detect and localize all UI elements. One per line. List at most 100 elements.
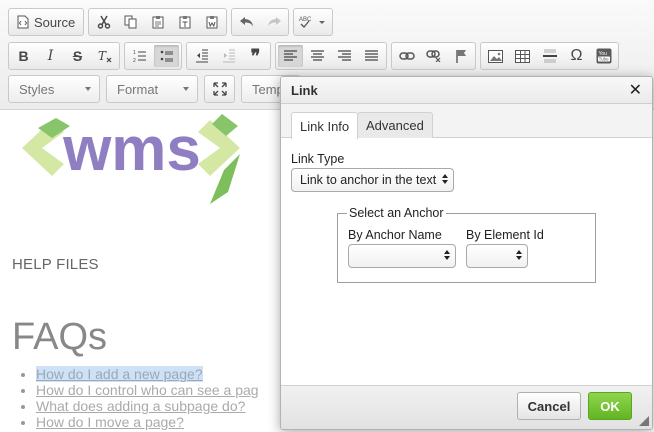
list-item: What does adding a subpage do? (36, 398, 259, 414)
unlink-icon (425, 50, 442, 62)
blockquote-button[interactable]: ❞ (243, 45, 268, 67)
svg-text:1: 1 (133, 50, 136, 56)
undo-group (231, 8, 290, 36)
outdent-icon (195, 49, 209, 63)
wms-logo: wms (12, 114, 252, 210)
spellcheck-group: ABC (293, 8, 334, 36)
source-button[interactable]: Source (11, 11, 81, 33)
spellcheck-button[interactable]: ABC (296, 11, 330, 33)
source-icon (17, 15, 29, 29)
faq-link[interactable]: How do I control who can see a pag (36, 382, 259, 398)
indent-group: ❞ (186, 42, 271, 70)
youtube-icon: You Tube (596, 48, 612, 64)
justify-icon (365, 50, 378, 62)
link-icon (398, 51, 415, 61)
svg-text:ABC: ABC (299, 17, 312, 23)
faq-link[interactable]: How do I add a new page? (36, 366, 203, 382)
strikethrough-icon: S (72, 48, 83, 64)
dialog-title-bar[interactable]: Link ✕ (281, 77, 652, 104)
faq-link[interactable]: How do I move a page? (36, 414, 184, 430)
anchor-name-select[interactable] (348, 244, 456, 268)
omega-icon: Ω (570, 47, 583, 64)
italic-button[interactable]: I (38, 45, 63, 67)
unlink-button[interactable] (421, 45, 446, 67)
styles-combo[interactable]: Styles (8, 75, 100, 103)
list-group: 12 (124, 42, 182, 70)
numbered-list-button[interactable]: 12 (127, 45, 152, 67)
link-type-select[interactable]: Link to anchor in the text (291, 168, 454, 192)
format-combo[interactable]: Format (106, 75, 198, 103)
cancel-button[interactable]: Cancel (517, 392, 581, 420)
table-icon (515, 49, 530, 63)
horizontal-rule-icon (542, 49, 557, 63)
bulleted-list-icon (160, 49, 174, 63)
remove-format-icon: T (97, 49, 113, 63)
styles-label: Styles (19, 81, 55, 97)
remove-format-button[interactable]: T (92, 45, 117, 67)
redo-button[interactable] (261, 11, 286, 33)
align-right-icon (338, 50, 351, 62)
indent-icon (222, 49, 236, 63)
svg-text:2: 2 (133, 58, 136, 63)
tab-advanced[interactable]: Advanced (357, 112, 433, 138)
justify-button[interactable] (359, 45, 384, 67)
list-item: How do I control who can see a pag (36, 382, 259, 398)
list-item: How do I add a new page? (36, 366, 259, 382)
faq-link[interactable]: What does adding a subpage do? (36, 398, 245, 414)
resize-grip-icon[interactable] (639, 416, 649, 426)
close-icon[interactable]: ✕ (629, 80, 642, 100)
align-left-button[interactable] (278, 45, 303, 67)
paste-text-button[interactable] (172, 11, 197, 33)
numbered-list-icon: 12 (133, 49, 147, 63)
paste-word-button[interactable] (199, 11, 224, 33)
tab-link-info[interactable]: Link Info (291, 112, 359, 139)
anchor-flag-icon (455, 49, 467, 63)
spellcheck-icon: ABC (299, 15, 327, 29)
toolbar-row-2: B I S T 12 ❞ Ω You Tube (8, 41, 619, 71)
format-label: Format (117, 81, 159, 97)
bold-icon: B (18, 48, 29, 64)
element-id-select[interactable] (466, 244, 528, 268)
source-group: Source (8, 8, 85, 36)
copy-icon (124, 15, 138, 29)
basicstyles-group: B I S T (8, 42, 120, 70)
youtube-button[interactable]: You Tube (591, 45, 616, 67)
help-files-heading: HELP FILES (12, 256, 99, 273)
bulleted-list-button[interactable] (154, 45, 179, 67)
align-center-icon (311, 50, 324, 62)
ok-button[interactable]: OK (588, 392, 632, 420)
horizontal-rule-button[interactable] (537, 45, 562, 67)
toolbar-row-3: Styles Format Temp (8, 74, 301, 104)
link-type-label: Link Type (291, 152, 345, 166)
maximize-button[interactable] (207, 78, 232, 100)
strike-button[interactable]: S (65, 45, 90, 67)
align-left-icon (284, 50, 297, 62)
special-char-button[interactable]: Ω (564, 45, 589, 67)
maximize-icon (212, 82, 227, 96)
copy-button[interactable] (118, 11, 143, 33)
undo-button[interactable] (234, 11, 259, 33)
dialog-body: Link Type Link to anchor in the text Sel… (281, 138, 652, 395)
cut-button[interactable] (91, 11, 116, 33)
svg-text:T: T (98, 49, 107, 63)
paste-icon (151, 15, 165, 29)
logo-text: wms (62, 115, 201, 184)
bold-button[interactable]: B (11, 45, 36, 67)
toolbar-row-1: Source ABC (8, 7, 334, 37)
indent-button[interactable] (216, 45, 241, 67)
image-button[interactable] (483, 45, 508, 67)
align-center-button[interactable] (305, 45, 330, 67)
faq-list: How do I add a new page? How do I contro… (36, 366, 259, 430)
link-group (391, 42, 476, 70)
table-button[interactable] (510, 45, 535, 67)
anchor-legend: Select an Anchor (347, 206, 446, 220)
align-right-button[interactable] (332, 45, 357, 67)
link-button[interactable] (394, 45, 419, 67)
list-item: How do I move a page? (36, 414, 259, 430)
by-anchor-name-label: By Anchor Name (348, 228, 442, 242)
outdent-button[interactable] (189, 45, 214, 67)
anchor-button[interactable] (448, 45, 473, 67)
paste-button[interactable] (145, 11, 170, 33)
source-label: Source (34, 14, 76, 30)
link-type-value: Link to anchor in the text (300, 173, 437, 187)
